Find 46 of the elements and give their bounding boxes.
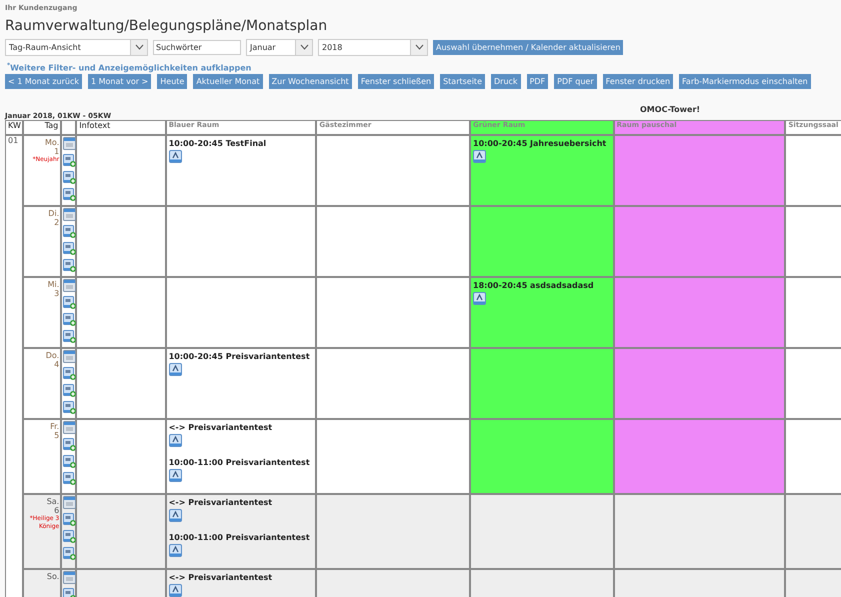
column-header: Infotext <box>77 121 167 136</box>
nav-button[interactable]: PDF quer <box>554 74 597 89</box>
weekday-label: Mo. <box>44 138 60 147</box>
weekday-label: Di. <box>47 209 60 218</box>
booking-text[interactable]: 18:00-20:45 asdsadsadasd <box>473 281 611 290</box>
weekday-label: Sa. <box>46 497 60 506</box>
booking-text[interactable]: 10:00-11:00 Preisvariantentest <box>168 533 314 542</box>
dropdown[interactable]: Januar <box>246 38 313 56</box>
nav-button[interactable]: Farb-Markiermodus einschalten <box>679 74 811 89</box>
day-number: 2 <box>53 218 60 227</box>
booking-text[interactable]: <-> Preisvariantentest <box>168 423 314 432</box>
dropdown[interactable]: 2018 <box>318 38 428 56</box>
week-number: 01 <box>6 136 24 597</box>
nav-button[interactable]: Zur Wochenansicht <box>268 74 352 89</box>
nav-button[interactable]: Druck <box>491 74 521 89</box>
booking-text[interactable]: 10:00-20:45 Preisvariantentest <box>168 352 314 361</box>
booking-text[interactable]: <-> Preisvariantentest <box>168 573 314 582</box>
nav-button[interactable]: Heute <box>157 74 188 89</box>
column-header: KW <box>6 121 24 136</box>
nav-button[interactable]: Fenster schließen <box>358 74 434 89</box>
nav-button[interactable]: 1 Monat vor > <box>88 74 152 89</box>
weekday-label: Do. <box>44 351 60 360</box>
day-number: 4 <box>53 360 60 369</box>
booking-text[interactable]: <-> Preisvariantentest <box>168 498 314 507</box>
search-field[interactable]: Suchwörter <box>153 40 241 54</box>
column-header: Tag <box>24 121 62 136</box>
booking-text[interactable]: 10:00-20:45 Jahresuebersicht <box>473 139 611 148</box>
weekday-label: Mi. <box>46 280 60 289</box>
building-name: OMOC-Tower! <box>640 105 700 114</box>
expand-link[interactable]: $^{*}$Weitere Filter- und Anzeigemöglichkeiten aufklappen <box>7 62 841 72</box>
weekday-label: So. <box>46 572 60 581</box>
weekday-label: Fr. <box>49 422 60 431</box>
page-title: Raumverwaltung/Belegungspläne/Monatsplan <box>5 18 328 34</box>
nav-button[interactable]: PDF <box>526 74 548 89</box>
day-number: 6 <box>53 506 60 515</box>
dropdown[interactable]: Tag-Raum-Ansicht <box>5 38 148 56</box>
booking-text[interactable]: 10:00-11:00 Preisvariantentest <box>168 458 314 467</box>
day-number: 1 <box>53 147 60 156</box>
day-number: 3 <box>53 289 60 298</box>
day-number: 5 <box>53 431 60 440</box>
nav-button[interactable]: Fenster drucken <box>602 74 674 89</box>
booking-text[interactable]: 10:00-20:45 TestFinal <box>168 139 314 148</box>
apply-button[interactable]: Auswahl übernehmen / Kalender aktualisieren <box>433 40 624 54</box>
nav-button[interactable]: < 1 Monat zurück <box>5 74 82 89</box>
nav-button[interactable]: Aktueller Monat <box>193 74 263 89</box>
nav-button[interactable]: Startseite <box>440 74 485 89</box>
